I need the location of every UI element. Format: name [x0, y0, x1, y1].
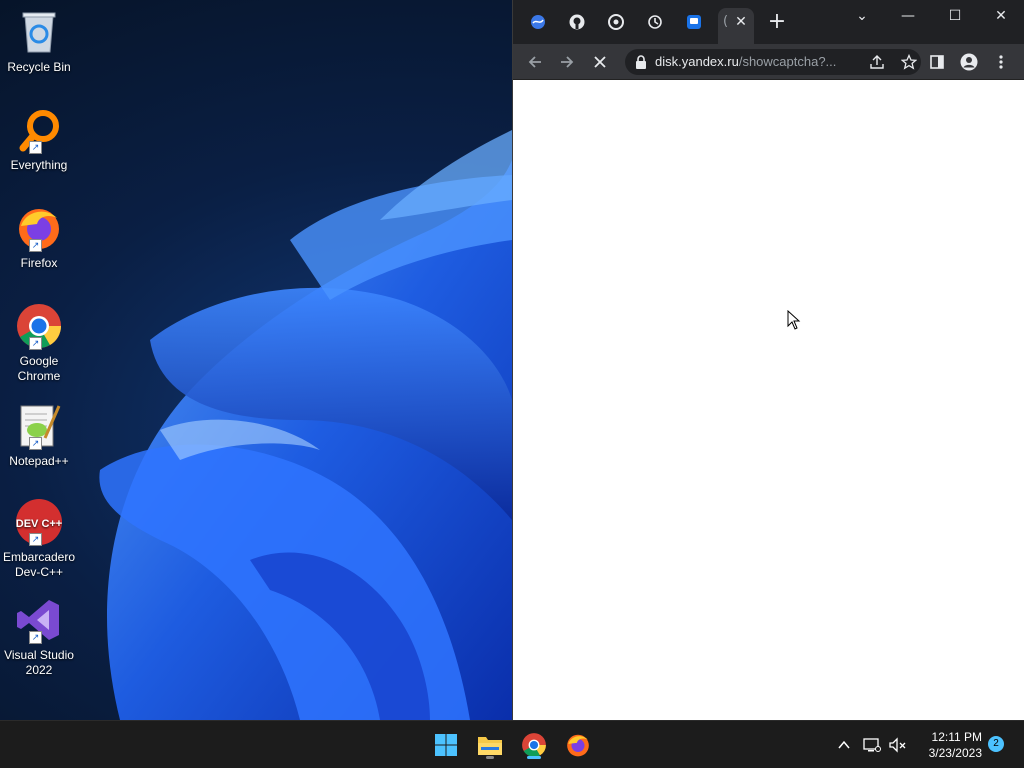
desktop-icon-everything[interactable]: ↗ Everything: [0, 106, 78, 173]
desktop-icon-label: Embarcadero Dev-C++: [2, 550, 76, 579]
tab-favicon-github[interactable]: [568, 13, 586, 31]
url-path: /showcaptcha?...: [738, 54, 837, 69]
taskbar-clock[interactable]: 12:11 PM 3/23/2023: [916, 729, 982, 761]
profile-button[interactable]: [959, 52, 979, 72]
desktop-icon-recycle-bin[interactable]: Recycle Bin: [0, 8, 78, 75]
browser-toolbar: disk.yandex.ru/showcaptcha?...: [513, 44, 1024, 80]
close-icon: [594, 56, 606, 68]
bookmark-star-button[interactable]: [899, 52, 919, 72]
desktop-icon-dev-cpp[interactable]: DEV C++ ↗ Embarcadero Dev-C++: [0, 498, 78, 580]
page-content[interactable]: [513, 80, 1024, 720]
running-indicator: [486, 756, 494, 759]
tab-favicon-history[interactable]: [646, 13, 664, 31]
share-icon: [870, 55, 884, 69]
chrome-window: ( ✕ + ⌄ — ☐ ✕ disk.yandex.ru/showcaptcha…: [512, 0, 1024, 720]
visual-studio-icon: ↗: [15, 596, 63, 644]
start-button[interactable]: [430, 729, 462, 761]
shortcut-arrow-icon: ↗: [29, 533, 42, 546]
dev-cpp-logo-text: DEV C++: [16, 518, 62, 530]
stop-loading-button[interactable]: [590, 52, 610, 72]
star-icon: [901, 54, 917, 70]
tab-search-button[interactable]: ⌄: [847, 6, 877, 26]
firefox-icon: ↗: [15, 204, 63, 252]
clock-time: 12:11 PM: [931, 730, 982, 744]
share-button[interactable]: [867, 52, 887, 72]
mouse-cursor-icon: [787, 310, 801, 330]
kebab-menu-icon: [999, 55, 1003, 69]
desktop-icon-label: Google Chrome: [17, 354, 61, 383]
everything-search-icon: ↗: [15, 106, 63, 154]
taskbar-firefox[interactable]: [562, 729, 594, 761]
chevron-up-icon: [838, 740, 850, 749]
notepad-plus-plus-icon: ↗: [15, 402, 63, 450]
firefox-icon: [567, 734, 589, 757]
lock-icon: [636, 55, 646, 69]
taskbar-file-explorer[interactable]: [474, 729, 506, 761]
tab-favicon-chat[interactable]: [685, 13, 703, 31]
volume-icon-button[interactable]: [888, 735, 908, 755]
back-button[interactable]: [525, 52, 545, 72]
shortcut-arrow-icon: ↗: [29, 239, 42, 252]
desktop-icon-label: Notepad++: [9, 454, 69, 468]
notification-count-badge[interactable]: 2: [988, 736, 1004, 752]
folder-icon: [478, 737, 502, 755]
url-text: disk.yandex.ru/showcaptcha?...: [655, 54, 853, 69]
tab-strip: ( ✕ + ⌄ — ☐ ✕: [513, 0, 1024, 44]
taskbar: 12:11 PM 3/23/2023 2: [0, 720, 1024, 768]
url-host: disk.yandex.ru: [655, 54, 739, 69]
address-bar[interactable]: disk.yandex.ru/showcaptcha?...: [625, 49, 921, 75]
minimize-button[interactable]: —: [893, 6, 923, 26]
maximize-button[interactable]: ☐: [940, 6, 970, 26]
desktop-icon-notepad-plus-plus[interactable]: ↗ Notepad++: [0, 402, 78, 469]
desktop-icon-label: Firefox: [20, 256, 58, 270]
new-tab-button[interactable]: +: [767, 11, 787, 33]
desktop-icon-label: Recycle Bin: [7, 60, 71, 74]
globe-icon: [531, 15, 545, 29]
arrow-right-icon: [561, 56, 574, 68]
desktop-icon-label: Everything: [10, 158, 68, 172]
avatar-icon: [960, 53, 978, 71]
desktop-icon-visual-studio[interactable]: ↗ Visual Studio 2022: [0, 596, 78, 678]
chat-icon: [687, 15, 701, 29]
dev-cpp-icon: DEV C++ ↗: [15, 498, 63, 546]
shortcut-arrow-icon: ↗: [29, 437, 42, 450]
network-icon-button[interactable]: [862, 735, 882, 755]
side-panel-icon: [930, 55, 944, 69]
taskbar-google-chrome[interactable]: [518, 729, 550, 761]
close-window-button[interactable]: ✕: [986, 6, 1016, 26]
desktop-icon-google-chrome[interactable]: ↗ Google Chrome: [0, 302, 78, 384]
chrome-logo-icon: [608, 14, 624, 30]
history-icon: [648, 15, 662, 29]
shortcut-arrow-icon: ↗: [29, 141, 42, 154]
chrome-icon: ↗: [15, 302, 63, 350]
github-icon: [569, 14, 585, 30]
menu-button[interactable]: [991, 52, 1011, 72]
shortcut-arrow-icon: ↗: [29, 631, 42, 644]
chrome-icon: [522, 733, 546, 757]
speaker-muted-icon: [889, 737, 906, 753]
tab-close-button[interactable]: ✕: [733, 14, 749, 30]
network-icon: [863, 738, 881, 752]
arrow-left-icon: [528, 56, 541, 68]
recycle-bin-icon: [15, 8, 63, 56]
tab-favicon-globe[interactable]: [529, 13, 547, 31]
desktop-icon-label: Visual Studio 2022: [4, 648, 74, 677]
windows-logo-icon: [435, 734, 457, 756]
desktop-icon-firefox[interactable]: ↗ Firefox: [0, 204, 78, 271]
tab-active-title: (: [723, 14, 729, 29]
clock-date: 3/23/2023: [928, 746, 982, 760]
tab-favicon-chrome[interactable]: [607, 13, 625, 31]
shortcut-arrow-icon: ↗: [29, 337, 42, 350]
running-indicator-active: [527, 756, 541, 759]
forward-button[interactable]: [557, 52, 577, 72]
side-panel-button[interactable]: [927, 52, 947, 72]
show-hidden-icons-button[interactable]: [834, 735, 854, 755]
